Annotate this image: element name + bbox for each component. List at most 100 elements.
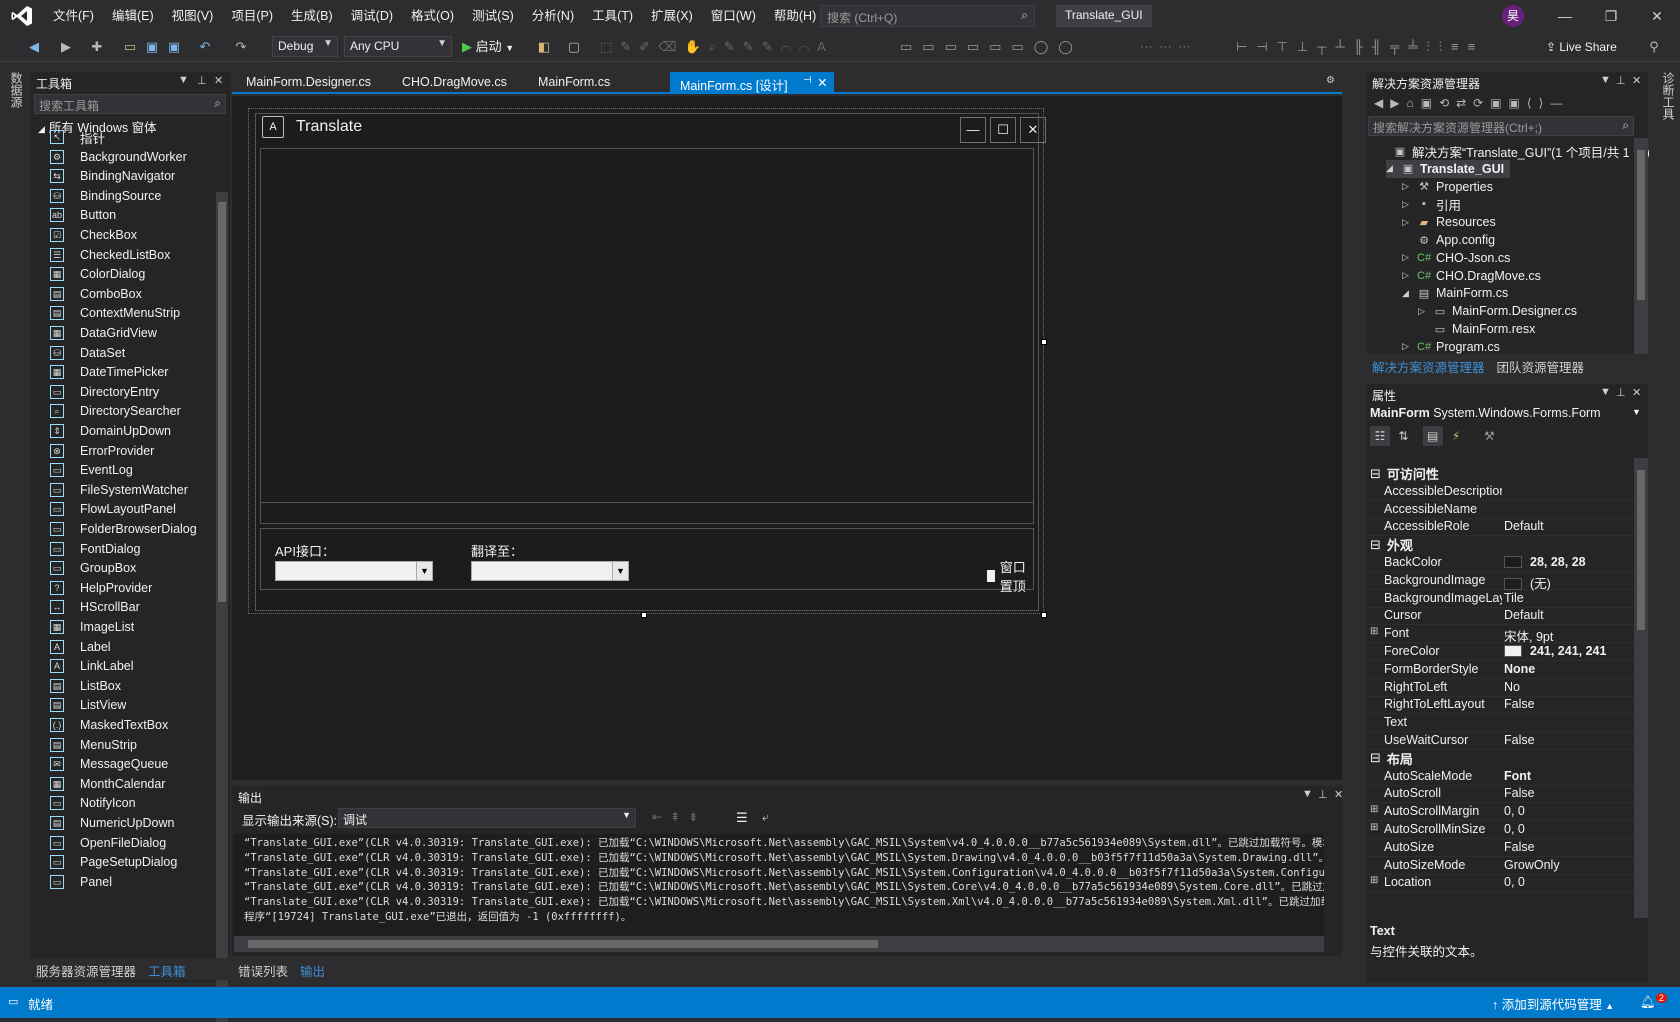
scrollbar-thumb[interactable]: [1637, 470, 1645, 630]
expand-icon[interactable]: ⊞: [1370, 875, 1378, 886]
property-row-accessibledescription[interactable]: AccessibleDescription: [1366, 482, 1634, 501]
form-close-button[interactable]: ✕: [1020, 117, 1046, 143]
close-icon[interactable]: ✕: [214, 74, 223, 87]
property-object-select[interactable]: MainForm System.Windows.Forms.Form ▼: [1370, 406, 1641, 420]
close-button[interactable]: ✕: [1634, 0, 1680, 32]
clear-all-icon[interactable]: ☰: [736, 810, 748, 826]
resize-handle-bottom[interactable]: [641, 612, 647, 618]
live-share-button[interactable]: ⇪ Live Share: [1546, 37, 1617, 57]
tab-team-explorer[interactable]: 团队资源管理器: [1491, 354, 1591, 375]
toolbox-item-numericupdown[interactable]: ▤ NumericUpDown: [50, 813, 174, 833]
toolbox-item-listview[interactable]: ▤ ListView: [50, 695, 126, 715]
property-row-righttoleftlayout[interactable]: RightToLeftLayout False: [1366, 695, 1634, 715]
expand-icon[interactable]: ▷: [1402, 270, 1414, 281]
property-value[interactable]: 241, 241, 241: [1504, 644, 1606, 658]
expand-icon[interactable]: ⊞: [1370, 804, 1378, 815]
tree-node-item[interactable]: ▷ ▪ 引用: [1402, 195, 1461, 213]
tab-mainform-cs-design[interactable]: MainForm.cs [设计] ⊣ ✕: [670, 72, 834, 93]
checkbox-box[interactable]: [987, 570, 995, 582]
categorized-icon[interactable]: ☷: [1370, 426, 1390, 446]
toolbox-item-listbox[interactable]: ▤ ListBox: [50, 676, 121, 696]
mainform-window[interactable]: A Translate — ☐ ✕ API接口： ▼ 翻译至： ▼ 窗口置顶: [255, 113, 1046, 611]
close-icon[interactable]: ✕: [1334, 788, 1343, 801]
pin-icon[interactable]: ⊥: [1318, 788, 1328, 801]
toolbox-scrollbar[interactable]: [216, 192, 228, 1022]
back-icon[interactable]: ◀: [24, 37, 44, 57]
minimize-button[interactable]: —: [1542, 0, 1588, 32]
menu-item-0[interactable]: 文件(F): [44, 0, 103, 32]
expand-icon[interactable]: ▷: [1402, 199, 1414, 210]
redo-icon[interactable]: ↷: [232, 37, 250, 57]
tree-node-cho-json-cs[interactable]: ▷ C# CHO-Json.cs: [1402, 249, 1510, 267]
toolbox-item-linklabel[interactable]: A LinkLabel: [50, 656, 134, 676]
property-row-location[interactable]: ⊞ Location 0, 0: [1366, 873, 1634, 893]
configuration-select[interactable]: Debug ▼: [272, 36, 338, 57]
property-row-backgroundimagelay[interactable]: BackgroundImageLay Tile: [1366, 589, 1634, 608]
add-to-source-control-button[interactable]: ↑ 添加到源代码管理 ▲: [1492, 994, 1614, 1013]
property-value[interactable]: 0, 0: [1504, 875, 1525, 889]
toolbox-item-groupbox[interactable]: ▭ GroupBox: [50, 558, 136, 578]
tree-node-translate-gui-1-1[interactable]: ▣ 解决方案“Translate_GUI”(1 个项目/共 1 个): [1378, 142, 1650, 160]
property-row-backgroundimage[interactable]: BackgroundImage (无): [1366, 571, 1634, 591]
property-value[interactable]: 28, 28, 28: [1504, 555, 1586, 569]
expand-icon[interactable]: ⊞: [1370, 822, 1378, 833]
property-row-autoscalemode[interactable]: AutoScaleMode Font: [1366, 767, 1634, 786]
shape-toolbar-icons[interactable]: ▭▭▭▭▭▭◯◯◯: [900, 37, 1080, 57]
toolbox-item-monthcalendar[interactable]: ▦ MonthCalendar: [50, 774, 165, 794]
property-row-cursor[interactable]: Cursor Default: [1366, 606, 1634, 626]
menu-item-2[interactable]: 视图(V): [163, 0, 223, 32]
property-row-autosizemode[interactable]: AutoSizeMode GrowOnly: [1366, 856, 1634, 875]
tab-error-list[interactable]: 错误列表: [232, 958, 294, 980]
tab-mainform-cs[interactable]: MainForm.cs: [528, 72, 620, 92]
toolbox-item-button[interactable]: ab Button: [50, 205, 116, 225]
undo-icon[interactable]: ↶: [196, 37, 214, 57]
property-row-righttoleft[interactable]: RightToLeft No: [1366, 678, 1634, 697]
property-row-text[interactable]: Text: [1366, 713, 1634, 733]
output-text[interactable]: “Translate_GUI.exe”(CLR v4.0.30319: Tran…: [234, 834, 1324, 936]
dropdown-icon[interactable]: ▼: [178, 74, 189, 86]
property-row-accessiblerole[interactable]: AccessibleRole Default: [1366, 517, 1634, 537]
output-action-icons[interactable]: ⇤⇞⇟: [652, 810, 706, 824]
expand-icon[interactable]: ⊞: [1370, 626, 1378, 637]
scrollbar-thumb[interactable]: [248, 940, 878, 948]
server-explorer-strip-tab[interactable]: 数据源: [8, 72, 25, 108]
attach-icon[interactable]: ◧: [536, 37, 552, 57]
alphabetical-icon[interactable]: ⇅: [1393, 429, 1413, 443]
property-row-forecolor[interactable]: ForeColor 241, 241, 241: [1366, 642, 1634, 661]
open-folder-icon[interactable]: ▭: [122, 37, 138, 57]
toolbox-item-contextmenustrip[interactable]: ▤ ContextMenuStrip: [50, 303, 180, 323]
toolbox-item-errorprovider[interactable]: ⊗ ErrorProvider: [50, 441, 154, 461]
property-row-font[interactable]: ⊞ Font 宋体, 9pt: [1366, 624, 1634, 644]
topmost-checkbox[interactable]: 窗口置顶: [987, 557, 1033, 595]
property-category-0[interactable]: ⊟ 可访问性: [1370, 464, 1439, 483]
feedback-icon[interactable]: ⚲: [1646, 37, 1662, 57]
property-value[interactable]: No: [1504, 680, 1520, 694]
expand-icon[interactable]: ▷: [1402, 181, 1414, 192]
property-category-2[interactable]: ⊟ 布局: [1370, 749, 1413, 768]
menu-item-8[interactable]: 分析(N): [523, 0, 583, 32]
property-row-autoscroll[interactable]: AutoScroll False: [1366, 784, 1634, 804]
tree-node-cho-dragmove-cs[interactable]: ▷ C# CHO.DragMove.cs: [1402, 267, 1541, 285]
toolbox-item-folderbrowserdialog[interactable]: ▭ FolderBrowserDialog: [50, 519, 197, 539]
toolbox-item-fontdialog[interactable]: ▭ FontDialog: [50, 539, 140, 559]
solution-explorer-toolbar-icons[interactable]: ◀▶⌂▣⟲⇄⟳▣▣⟨⟩—: [1374, 96, 1569, 110]
toolbox-item-datagridview[interactable]: ▦ DataGridView: [50, 323, 157, 343]
toolbox-item-notifyicon[interactable]: ▭ NotifyIcon: [50, 793, 136, 813]
property-value[interactable]: Default: [1504, 519, 1544, 533]
property-value[interactable]: False: [1504, 786, 1535, 800]
tab-cho-dragmove-cs[interactable]: CHO.DragMove.cs: [392, 72, 517, 92]
global-search-input[interactable]: 搜索 (Ctrl+Q) ⌕: [820, 5, 1035, 27]
menu-item-4[interactable]: 生成(B): [282, 0, 342, 32]
property-value[interactable]: 0, 0: [1504, 804, 1525, 818]
tree-node-mainform-resx[interactable]: ▭ MainForm.resx: [1418, 320, 1536, 338]
property-row-autoscrollmargin[interactable]: ⊞ AutoScrollMargin 0, 0: [1366, 802, 1634, 822]
expand-icon[interactable]: ▷: [1402, 341, 1414, 352]
screenshot-icon[interactable]: ▢: [562, 37, 586, 57]
tree-node-translate-gui[interactable]: ◢ ▣ Translate_GUI: [1386, 159, 1511, 178]
menu-item-12[interactable]: 帮助(H): [765, 0, 825, 32]
toolbox-item-dataset[interactable]: ⛁ DataSet: [50, 343, 125, 363]
toolbox-item-helpprovider[interactable]: ? HelpProvider: [50, 578, 152, 598]
pin-icon[interactable]: ⊥: [197, 74, 207, 87]
toolbox-item-datetimepicker[interactable]: ▦ DateTimePicker: [50, 362, 168, 382]
menu-item-5[interactable]: 调试(D): [342, 0, 402, 32]
